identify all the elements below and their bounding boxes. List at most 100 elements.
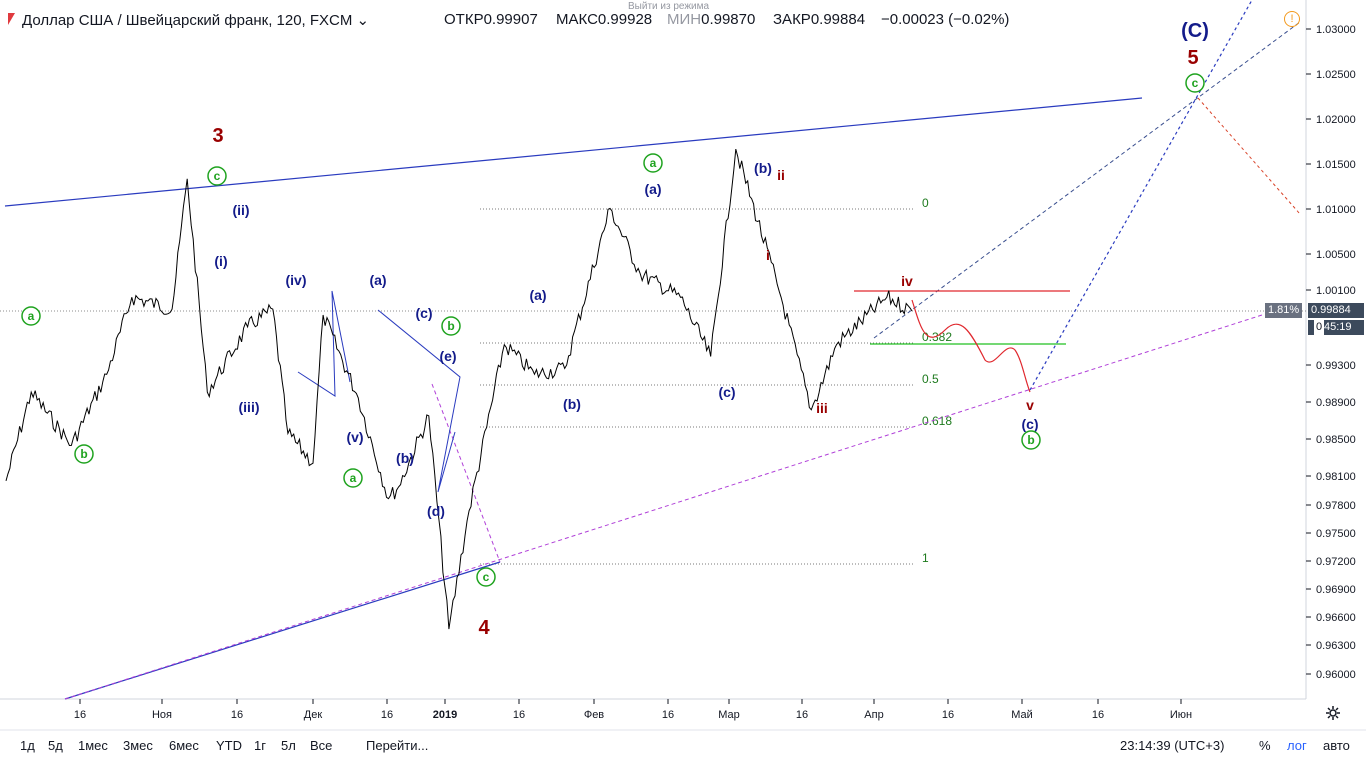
blue-wave-label: (iv) (286, 272, 307, 288)
range-5d[interactable]: 5д (48, 738, 63, 753)
green-wave-label: c (214, 169, 221, 183)
blue-wave-label: (e) (439, 348, 456, 364)
upper-channel-line (4, 97, 1143, 207)
price-series-line (5, 148, 913, 630)
fibonacci-retracement: 00.3820.50.6181 (0, 196, 1306, 565)
range-1y[interactable]: 1г (254, 738, 266, 753)
price-tick-label: 1.01500 (1316, 159, 1356, 171)
green-wave-label: a (28, 309, 35, 323)
price-tick-label: 1.00500 (1316, 249, 1356, 261)
range-1m[interactable]: 1мес (78, 738, 108, 753)
last-change-badge: 1.81% (1265, 303, 1303, 318)
chevron-down-icon[interactable]: ⌄ (352, 12, 370, 29)
range-ytd[interactable]: YTD (216, 738, 242, 753)
projection-line-red (1197, 97, 1301, 215)
time-tick-label: 16 (942, 709, 954, 721)
price-tick-label: 1.02500 (1316, 69, 1356, 81)
bottom-toolbar: 1д 5д 1мес 3мес 6мес YTD 1г 5л Все Перей… (0, 731, 1366, 768)
price-tick-label: 1.00100 (1316, 285, 1356, 297)
price-tick-label: 0.96900 (1316, 584, 1356, 596)
time-tick-label: Дек (304, 709, 323, 721)
log-scale-toggle[interactable]: лог (1287, 738, 1307, 753)
range-5y[interactable]: 5л (281, 738, 296, 753)
range-3m[interactable]: 3мес (123, 738, 153, 753)
last-price-badge: 0.99884 (1308, 303, 1364, 318)
blue-wave-label: (c) (718, 384, 735, 400)
price-tick-label: 0.98100 (1316, 471, 1356, 483)
time-tick-label: Ноя (152, 709, 172, 721)
chart-header: Доллар США / Швейцарский франк, 120, FXC… (0, 0, 1300, 40)
price-tick-label: 0.96600 (1316, 612, 1356, 624)
fib-level-label: 0.5 (922, 372, 939, 386)
wave-triangle-2 (377, 309, 461, 493)
fib-level-label: 0 (922, 196, 929, 210)
time-tick-label: 16 (796, 709, 808, 721)
projection-line-purple (64, 314, 1263, 700)
time-tick-label: 16 (231, 709, 243, 721)
time-tick-label: 16 (662, 709, 674, 721)
symbol-title[interactable]: Доллар США / Швейцарский франк, 120, FXC… (22, 11, 369, 29)
price-tick-label: 0.97500 (1316, 528, 1356, 540)
range-all[interactable]: Все (310, 738, 332, 753)
lower-trend-line (64, 561, 501, 700)
alert-clock-icon[interactable]: ! (1284, 11, 1300, 27)
blue-wave-label: (iii) (239, 399, 260, 415)
fib-level-label: 0.382 (922, 330, 952, 344)
session-clock[interactable]: 23:14:39 (UTC+3) (1120, 738, 1224, 753)
fib-level-label: 1 (922, 551, 929, 565)
price-axis-ticks: 1.03000 1.02500 1.02000 1.01500 1.01000 1.005… (1306, 24, 1356, 681)
wave-labels: (ii) (i) (iii) (iv) (v) (a) (c) (e) (b) (d) (a) (b)… (21, 20, 1209, 639)
blue-wave-label: (c) (1021, 416, 1038, 432)
ohlc-high: МАКС0.99928 (556, 11, 653, 28)
red-wave-label: ii (777, 167, 785, 183)
red-wave-label: 3 (212, 125, 223, 147)
time-tick-label: Апр (864, 709, 883, 721)
price-tick-label: 1.02000 (1316, 114, 1356, 126)
chart-canvas[interactable]: 00.3820.50.6181 1.030001.025001.020001.0… (0, 0, 1366, 768)
green-wave-label: c (483, 570, 490, 584)
blue-wave-label: (b) (563, 396, 581, 412)
blue-wave-label: (b) (754, 160, 772, 176)
red-wave-label: i (766, 247, 770, 263)
time-tick-label: Фев (584, 709, 604, 721)
red-wave-label: 5 (1187, 47, 1198, 69)
time-tick-label: 16 (74, 709, 86, 721)
price-tick-label: 0.98500 (1316, 434, 1356, 446)
time-tick-label: Май (1011, 709, 1033, 721)
price-tick-label: 1.03000 (1316, 24, 1356, 36)
time-tick-label: 16 (513, 709, 525, 721)
price-tick-label: 0.96000 (1316, 669, 1356, 681)
blue-wave-label: (a) (369, 272, 386, 288)
time-tick-label: Мар (718, 709, 740, 721)
exit-mode-tooltip[interactable]: Выйти из режима (628, 1, 709, 12)
goto-date-button[interactable]: Перейти... (366, 738, 428, 753)
green-wave-label: b (447, 319, 454, 333)
green-wave-label: b (80, 447, 87, 461)
blue-wave-label: (v) (346, 429, 363, 445)
ohlc-low: МИН0.99870 (667, 11, 756, 28)
price-tick-label: 1.01000 (1316, 204, 1356, 216)
projection-line-blue (1029, 0, 1253, 391)
ohlc-change: −0.00023 (−0.02%) (881, 11, 1010, 28)
range-1d[interactable]: 1д (20, 738, 35, 753)
time-tick-label: 2019 (433, 709, 457, 721)
trend-lines (4, 0, 1301, 700)
time-tick-label: Июн (1170, 709, 1192, 721)
time-tick-label: 16 (1092, 709, 1104, 721)
blue-wave-label: (c) (415, 305, 432, 321)
percent-scale-toggle[interactable]: % (1259, 738, 1271, 753)
blue-wave-label: (d) (427, 503, 445, 519)
ohlc-close: ЗАКР0.99884 (773, 11, 866, 28)
red-wave-label: iii (816, 400, 828, 416)
settings-gear-icon[interactable] (1326, 706, 1340, 720)
auto-scale-toggle[interactable]: авто (1323, 738, 1350, 753)
time-tick-label: 16 (381, 709, 393, 721)
time-axis-ticks: 16 Ноя 16 Дек 16 2019 16 Фев 16 Мар 16 Апр 16 Май 16 Ию… (74, 699, 1192, 721)
blue-wave-label: (a) (644, 181, 661, 197)
price-tick-label: 0.99300 (1316, 360, 1356, 372)
green-wave-label: a (350, 471, 357, 485)
red-wave-label: iv (901, 273, 913, 289)
price-tick-label: 0.96300 (1316, 640, 1356, 652)
countdown-badge: 0 45:19 (1308, 320, 1364, 335)
range-6m[interactable]: 6мес (169, 738, 199, 753)
